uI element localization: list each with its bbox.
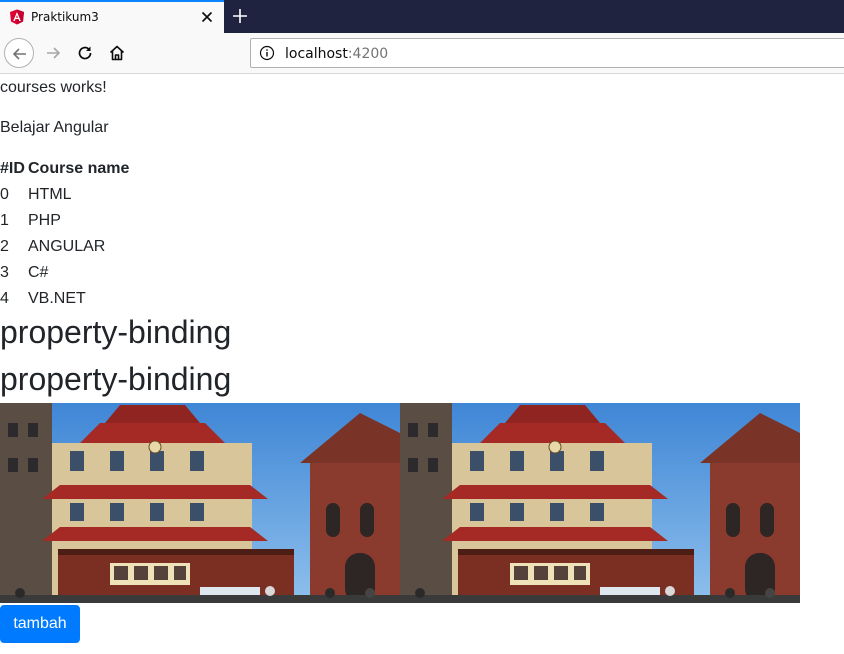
- table-row: 2 ANGULAR: [0, 234, 131, 260]
- navigation-toolbar: localhost:4200: [0, 33, 844, 74]
- course-name: ANGULAR: [28, 238, 106, 255]
- page-content: courses works! Belajar Angular #ID Cours…: [0, 74, 844, 654]
- column-header-course-name: Course name: [28, 160, 130, 177]
- close-icon[interactable]: [198, 8, 216, 26]
- home-button[interactable]: [102, 38, 132, 68]
- info-icon[interactable]: [259, 45, 275, 61]
- course-table: #ID Course name 0 HTML 1 PHP 2 ANGULAR 3…: [0, 156, 131, 312]
- angular-favicon-icon: [10, 9, 24, 25]
- forward-arrow-icon: [47, 47, 61, 59]
- tab-strip: Praktikum3: [0, 0, 844, 33]
- course-name: VB.NET: [28, 290, 86, 307]
- subtitle-text: Belajar Angular: [0, 119, 109, 136]
- courses-works-text: courses works!: [0, 79, 107, 96]
- course-id: 1: [0, 212, 9, 229]
- table-header-row: #ID Course name: [0, 156, 131, 182]
- column-header-id: #ID: [0, 160, 25, 177]
- back-arrow-icon: [12, 48, 26, 60]
- course-id: 4: [0, 290, 9, 307]
- forward-button[interactable]: [38, 38, 68, 68]
- plus-icon[interactable]: [230, 6, 250, 26]
- tab-title: Praktikum3: [31, 10, 99, 24]
- table-row: 1 PHP: [0, 208, 131, 234]
- tambah-button[interactable]: tambah: [0, 605, 80, 643]
- course-id: 0: [0, 186, 9, 203]
- banner-image: [0, 403, 800, 603]
- course-name: C#: [28, 264, 49, 281]
- course-name: PHP: [28, 212, 61, 229]
- course-id: 3: [0, 264, 9, 281]
- url-port: :4200: [347, 46, 389, 62]
- url-text: localhost:4200: [285, 46, 388, 62]
- table-row: 0 HTML: [0, 182, 131, 208]
- course-id: 2: [0, 238, 9, 255]
- address-bar[interactable]: localhost:4200: [250, 38, 844, 68]
- table-row: 3 C#: [0, 260, 131, 286]
- property-binding-heading-2: property-binding: [0, 361, 232, 397]
- browser-tab[interactable]: Praktikum3: [0, 0, 224, 33]
- course-name: HTML: [28, 186, 72, 203]
- url-host: localhost: [285, 46, 348, 62]
- back-button[interactable]: [4, 38, 34, 68]
- reload-icon: [78, 46, 92, 60]
- home-icon: [109, 45, 125, 61]
- property-binding-heading: property-binding: [0, 314, 232, 350]
- table-row: 4 VB.NET: [0, 286, 131, 312]
- reload-button[interactable]: [70, 38, 100, 68]
